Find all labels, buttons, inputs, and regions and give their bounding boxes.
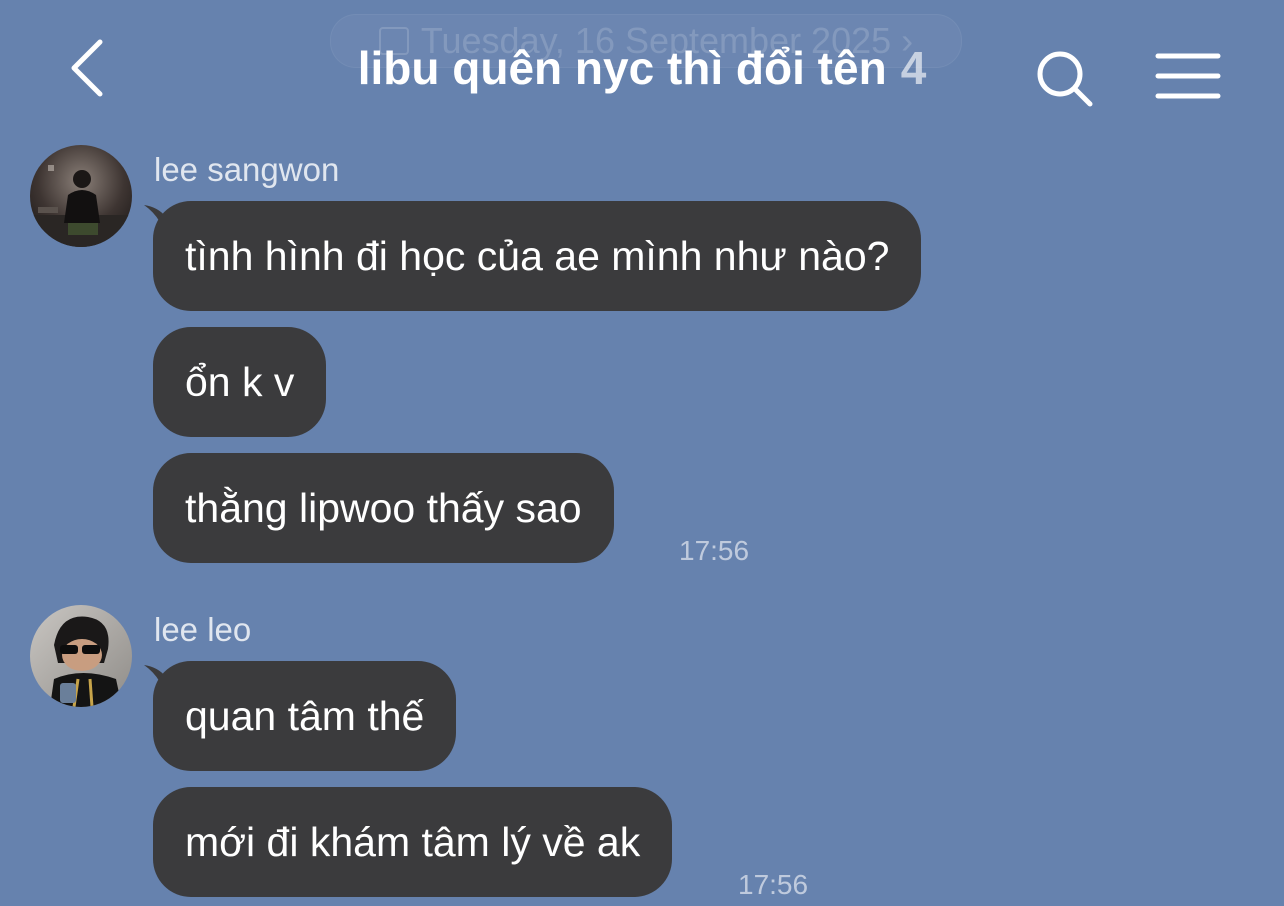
avatar[interactable]: [30, 605, 132, 707]
chat-title-text: libu quên nyc thì đổi tên: [357, 42, 887, 94]
message-timestamp: 17:56: [679, 535, 750, 566]
avatar-photo: [30, 145, 132, 247]
message-bubble[interactable]: quan tâm thế: [153, 661, 457, 771]
sender-name: lee leo: [154, 611, 252, 648]
sender-name: lee sangwon: [154, 151, 340, 188]
hamburger-menu-icon: [1155, 53, 1221, 99]
member-count: 4: [900, 42, 927, 94]
message-bubble[interactable]: mới đi khám tâm lý về ak: [153, 787, 673, 897]
message-bubble[interactable]: tình hình đi học của ae mình như nào?: [153, 201, 922, 311]
search-icon: [1037, 51, 1093, 107]
avatar-photo: [30, 605, 132, 707]
search-button[interactable]: [1030, 44, 1100, 114]
message-bubble[interactable]: ổn k v: [153, 327, 327, 437]
menu-button[interactable]: [1152, 50, 1224, 106]
message-timestamp: 17:56: [738, 869, 809, 900]
message-bubble[interactable]: thằng lipwoo thấy sao: [153, 453, 614, 563]
chat-header: Tuesday, 16 September 2025 › libu quên n…: [0, 0, 1284, 140]
avatar[interactable]: [30, 145, 132, 247]
